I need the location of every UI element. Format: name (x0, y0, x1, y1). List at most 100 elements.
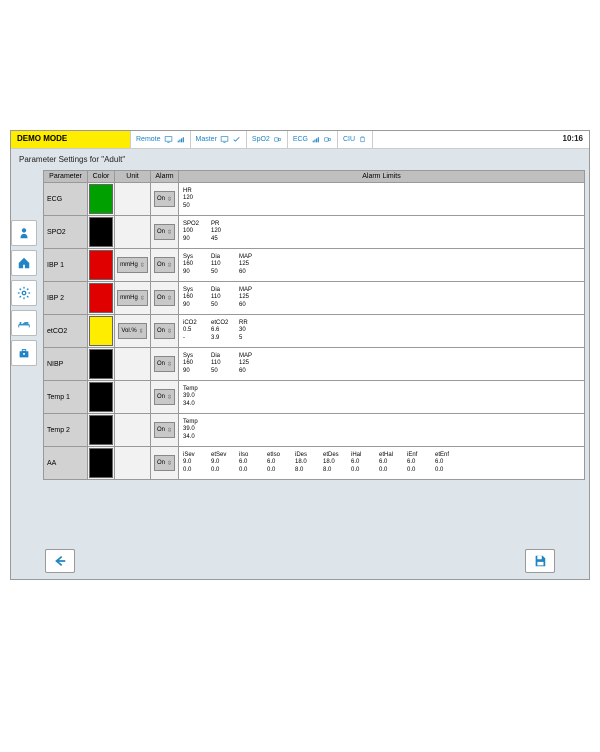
bed-icon (17, 316, 31, 330)
status-ciu[interactable]: CIU (338, 131, 373, 148)
gear-icon (17, 286, 31, 300)
limit-low: 8.0 (295, 467, 313, 474)
limits-cell[interactable]: iCO20.5-etCO26.63.9RR305 (179, 315, 585, 348)
color-cell[interactable] (88, 381, 115, 414)
unit-cell[interactable]: mmHg (115, 249, 151, 282)
limits-cell[interactable]: Sys16090Dia11050MAP12560 (179, 282, 585, 315)
limit-low: 0.0 (435, 467, 453, 474)
limit-high: 160 (183, 294, 201, 301)
limits-cell[interactable]: Sys16090Dia11050MAP12560 (179, 348, 585, 381)
color-swatch[interactable] (89, 382, 113, 412)
limit-high: 0.5 (183, 327, 201, 334)
color-cell[interactable] (88, 315, 115, 348)
alarm-spinner[interactable]: On (154, 191, 175, 207)
unit-cell (115, 348, 151, 381)
alarm-spinner[interactable]: On (154, 356, 175, 372)
unit-spinner[interactable]: mmHg (117, 290, 148, 306)
limit-high: 6.0 (379, 459, 397, 466)
color-swatch[interactable] (89, 349, 113, 379)
alarm-cell[interactable]: On (151, 414, 179, 447)
alarm-spinner[interactable]: On (154, 257, 175, 273)
color-swatch[interactable] (89, 415, 113, 445)
alarm-spinner[interactable]: On (154, 323, 175, 339)
limits-cell[interactable]: SPO210090PR12045 (179, 216, 585, 249)
alarm-spinner[interactable]: On (154, 224, 175, 240)
limits-cell[interactable]: Temp39.034.0 (179, 414, 585, 447)
table-row: IBP 2mmHgOnSys16090Dia11050MAP12560 (44, 282, 585, 315)
alarm-cell[interactable]: On (151, 348, 179, 381)
limits-cell[interactable]: Sys16090Dia11050MAP12560 (179, 249, 585, 282)
limit-header: etCO2 (211, 320, 229, 327)
signal-icon (176, 135, 185, 144)
color-swatch[interactable] (89, 217, 113, 247)
color-swatch[interactable] (89, 250, 113, 280)
color-cell[interactable] (88, 447, 115, 480)
home-icon (17, 256, 31, 270)
limit-high: 120 (183, 195, 201, 202)
limit-column: iCO20.5- (183, 320, 201, 342)
color-cell[interactable] (88, 282, 115, 315)
limits-cell[interactable]: iSev9.00.0etSev9.00.0iIso6.00.0etIso6.00… (179, 447, 585, 480)
status-ecg[interactable]: ECG (288, 131, 338, 148)
limit-low: 90 (183, 302, 201, 309)
color-swatch[interactable] (89, 316, 113, 346)
alarm-spinner[interactable]: On (154, 422, 175, 438)
unit-spinner[interactable]: mmHg (117, 257, 148, 273)
limit-high: 39.0 (183, 426, 201, 433)
color-cell[interactable] (88, 348, 115, 381)
param-cell: SPO2 (44, 216, 88, 249)
color-cell[interactable] (88, 216, 115, 249)
back-button[interactable] (45, 549, 75, 573)
alarm-spinner[interactable]: On (154, 290, 175, 306)
limit-header: etSev (211, 452, 229, 459)
clock: 10:16 (557, 131, 589, 148)
status-remote[interactable]: Remote (131, 131, 191, 148)
color-swatch[interactable] (89, 448, 113, 478)
limit-low: 0.0 (351, 467, 369, 474)
unit-cell[interactable]: mmHg (115, 282, 151, 315)
monitor-icon (220, 135, 229, 144)
status-spo2[interactable]: SpO2 (247, 131, 288, 148)
color-swatch[interactable] (89, 283, 113, 313)
alarm-cell[interactable]: On (151, 249, 179, 282)
case-button[interactable] (11, 340, 37, 366)
color-cell[interactable] (88, 183, 115, 216)
status-master[interactable]: Master (191, 131, 247, 148)
alarm-cell[interactable]: On (151, 447, 179, 480)
home-button[interactable] (11, 250, 37, 276)
limit-column: RR305 (239, 320, 257, 342)
limit-header: iEnf (407, 452, 425, 459)
color-swatch[interactable] (89, 184, 113, 214)
color-cell[interactable] (88, 249, 115, 282)
unit-cell[interactable]: Vol.% (115, 315, 151, 348)
alarm-cell[interactable]: On (151, 315, 179, 348)
status-label: SpO2 (252, 136, 270, 143)
limit-header: Temp (183, 419, 201, 426)
limit-header: Sys (183, 287, 201, 294)
table-row: etCO2Vol.%OniCO20.5-etCO26.63.9RR305 (44, 315, 585, 348)
limit-low: 0.0 (211, 467, 229, 474)
color-cell[interactable] (88, 414, 115, 447)
limit-high: 6.6 (211, 327, 229, 334)
limits-cell[interactable]: HR12050 (179, 183, 585, 216)
top-bar: DEMO MODE Remote Master SpO2 ECG (11, 131, 589, 149)
limit-low: 60 (239, 269, 257, 276)
alarm-cell[interactable]: On (151, 381, 179, 414)
limit-high: 110 (211, 294, 229, 301)
table-row: Temp 2OnTemp39.034.0 (44, 414, 585, 447)
limit-column: MAP12560 (239, 287, 257, 309)
alarm-cell[interactable]: On (151, 282, 179, 315)
unit-cell (115, 381, 151, 414)
limits-cell[interactable]: Temp39.034.0 (179, 381, 585, 414)
settings-button[interactable] (11, 280, 37, 306)
alarm-cell[interactable]: On (151, 216, 179, 249)
save-button[interactable] (525, 549, 555, 573)
patient-button[interactable] (11, 220, 37, 246)
alarm-cell[interactable]: On (151, 183, 179, 216)
unit-spinner[interactable]: Vol.% (118, 323, 146, 339)
bed-button[interactable] (11, 310, 37, 336)
limit-header: iDes (295, 452, 313, 459)
limit-column: iHal6.00.0 (351, 452, 369, 474)
alarm-spinner[interactable]: On (154, 455, 175, 471)
alarm-spinner[interactable]: On (154, 389, 175, 405)
